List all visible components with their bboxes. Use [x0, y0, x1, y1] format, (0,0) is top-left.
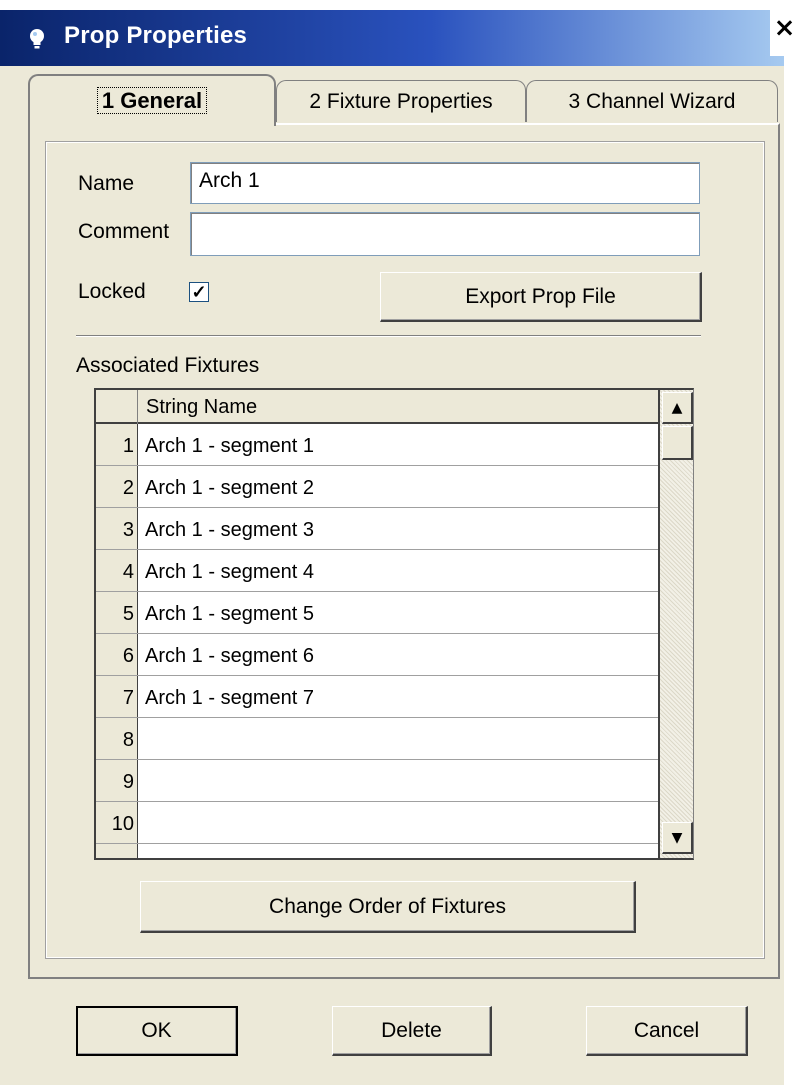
row-number: 11 — [96, 844, 138, 858]
comment-field[interactable] — [190, 212, 700, 256]
separator — [76, 335, 701, 337]
checkmark-icon: ✓ — [191, 282, 207, 302]
locked-label: Locked — [78, 280, 146, 303]
table-row[interactable]: 5 Arch 1 - segment 5 — [96, 592, 660, 634]
table-row[interactable]: 2 Arch 1 - segment 2 — [96, 466, 660, 508]
tab-channel-wizard[interactable]: 3 Channel Wizard — [526, 80, 778, 122]
scroll-down-icon[interactable]: ▼ — [662, 822, 693, 854]
table-row[interactable]: 4 Arch 1 - segment 4 — [96, 550, 660, 592]
tab-fixture-properties[interactable]: 2 Fixture Properties — [276, 80, 526, 122]
string-name-cell[interactable]: Arch 1 - segment 4 — [145, 550, 314, 594]
string-name-cell[interactable]: Arch 1 - segment 1 — [145, 424, 314, 468]
lightbulb-icon — [30, 29, 44, 49]
string-name-cell[interactable]: Arch 1 - segment 3 — [145, 508, 314, 552]
delete-button[interactable]: Delete — [332, 1006, 492, 1056]
tab-channel-wizard-label: 3 Channel Wizard — [568, 90, 736, 113]
string-name-cell[interactable]: Arch 1 - segment 5 — [145, 592, 314, 636]
vertical-scrollbar[interactable]: ▲ ▼ — [658, 390, 693, 858]
table-row[interactable]: 7 Arch 1 - segment 7 — [96, 676, 660, 718]
locked-checkbox[interactable]: ✓ — [189, 282, 209, 302]
tab-general[interactable]: 1 General — [28, 74, 276, 126]
string-name-cell[interactable]: Arch 1 - segment 6 — [145, 634, 314, 678]
row-number: 10 — [96, 802, 138, 843]
grid-header: String Name — [96, 390, 660, 424]
fixtures-grid[interactable]: String Name 1 Arch 1 - segment 1 2 Arch 1 -… — [94, 388, 694, 860]
table-row[interactable]: 1 Arch 1 - segment 1 — [96, 424, 660, 466]
associated-fixtures-label: Associated Fixtures — [76, 354, 260, 377]
window-title: Prop Properties — [64, 22, 248, 49]
row-number: 9 — [96, 760, 138, 801]
scroll-thumb[interactable] — [662, 426, 693, 460]
ok-button[interactable]: OK — [76, 1006, 238, 1056]
name-label: Name — [78, 172, 135, 195]
cancel-button[interactable]: Cancel — [586, 1006, 748, 1056]
table-row[interactable]: 8 — [96, 718, 660, 760]
comment-label: Comment — [78, 220, 170, 243]
table-row[interactable]: 3 Arch 1 - segment 3 — [96, 508, 660, 550]
table-row[interactable]: 6 Arch 1 - segment 6 — [96, 634, 660, 676]
row-number: 2 — [96, 466, 138, 507]
grid-rows: 1 Arch 1 - segment 1 2 Arch 1 - segment 23A… — [96, 424, 660, 858]
row-number: 4 — [96, 550, 138, 591]
tab-fixture-properties-label: 2 Fixture Properties — [309, 90, 493, 113]
change-order-button[interactable]: Change Order of Fixtures — [140, 881, 636, 933]
tab-general-label: 1 General — [96, 87, 208, 114]
row-number: 5 — [96, 592, 138, 633]
close-icon[interactable]: × — [770, 0, 799, 56]
title-bar: Prop Properties — [0, 10, 784, 66]
string-name-cell[interactable]: Arch 1 - segment 7 — [145, 676, 314, 720]
grid-corner — [96, 390, 138, 424]
scroll-up-icon[interactable]: ▲ — [662, 392, 693, 424]
row-number: 8 — [96, 718, 138, 759]
table-row[interactable]: 9 — [96, 760, 660, 802]
string-name-cell[interactable]: Arch 1 - segment 2 — [145, 466, 314, 510]
name-field[interactable]: Arch 1 — [190, 162, 700, 204]
row-number: 3 — [96, 508, 138, 549]
row-number: 7 — [96, 676, 138, 717]
export-prop-file-button[interactable]: Export Prop File — [380, 272, 702, 322]
string-name-column-header[interactable]: String Name — [146, 396, 257, 419]
table-row[interactable]: 10 — [96, 802, 660, 844]
row-number: 1 — [96, 424, 138, 465]
table-row[interactable]: 11 — [96, 844, 660, 858]
row-number: 6 — [96, 634, 138, 675]
